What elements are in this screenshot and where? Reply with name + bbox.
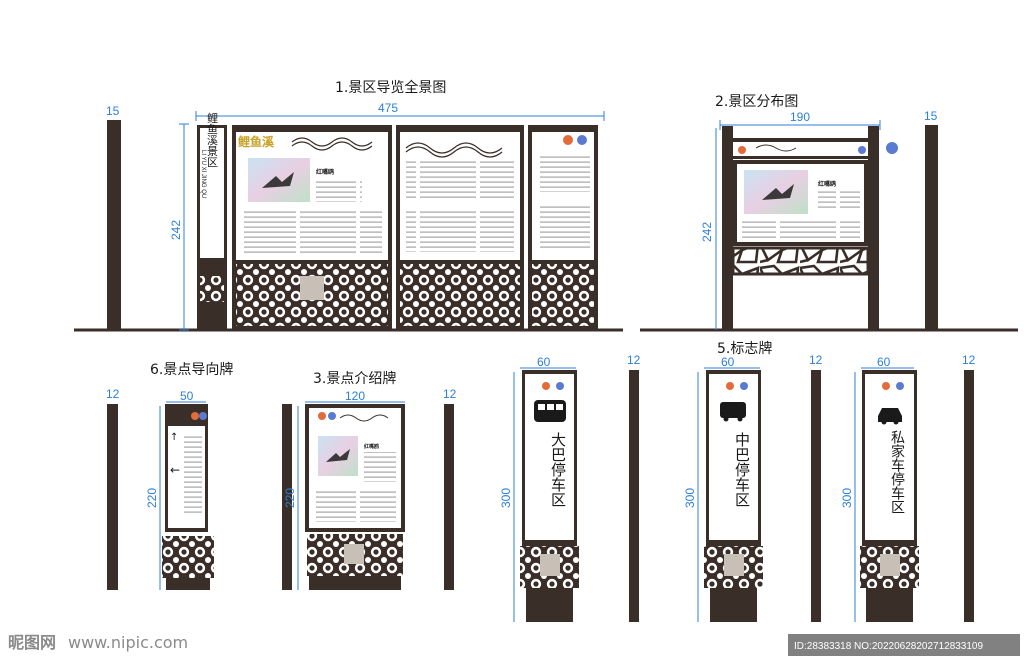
- dim-marker-height-3: 300: [840, 488, 854, 508]
- standalone-post: [107, 404, 118, 590]
- direction-text: [184, 434, 202, 514]
- dim-intro-height: 220: [283, 488, 297, 508]
- intro-bird-name: 红嘴鸥: [364, 443, 379, 450]
- panorama-banner: 鲤鱼溪: [237, 134, 275, 149]
- distribution-bird-name: 红嘴鸥: [818, 180, 836, 188]
- intro-base: [309, 576, 401, 590]
- standalone-post-right: [444, 404, 454, 590]
- watermark-id: ID:28383318 NO:20220628202712833109: [794, 641, 983, 652]
- marker-sign-2: 中巴停车区: [704, 370, 763, 622]
- panorama-sign: 15 475 242 鲤鱼溪景区 LI YU XI JING QU 鲤鱼溪 红嘴…: [106, 101, 605, 331]
- minibus-icon: [720, 402, 746, 418]
- watermark-logo: 昵图网: [8, 633, 56, 652]
- dim-marker-post-2: 12: [627, 353, 641, 367]
- dim-intro-width: 120: [345, 389, 365, 403]
- dim-panorama-height: 242: [169, 220, 183, 240]
- intro-sign: 12 120 220 红嘴鸥: [282, 387, 457, 590]
- marker-sign-3: 私家车停车区: [860, 370, 919, 622]
- signage-elevation-drawing: 1.景区导览全景图 2.景区分布图 6.景点导向牌 3.景点介绍牌 5.标志牌 …: [8, 79, 1020, 656]
- dim-direction-width: 50: [180, 389, 194, 403]
- pillar-text: 鲤鱼溪景区: [206, 111, 219, 167]
- marker-post-3: [811, 370, 821, 622]
- dim-marker-width-3: 60: [877, 355, 891, 369]
- panel1-body-text: [244, 210, 382, 256]
- panel3-body-text-bottom: [536, 206, 590, 250]
- dim-distribution-height: 242: [700, 222, 714, 242]
- title-panorama: 1.景区导览全景图: [335, 79, 446, 96]
- standalone-post: [925, 125, 938, 330]
- dim-panorama-post: 15: [106, 104, 120, 118]
- dim-direction-height: 220: [145, 488, 159, 508]
- dim-marker-post-4: 12: [962, 353, 976, 367]
- direction-sign: 12 50 220 ↑ ←: [106, 387, 214, 590]
- distribution-body-text: [742, 218, 860, 238]
- dim-marker-width-1: 60: [537, 355, 551, 369]
- car-icon: [878, 408, 902, 422]
- distribution-lattice: [731, 246, 870, 276]
- dim-marker-width-2: 60: [721, 355, 735, 369]
- dim-marker-post-3: 12: [809, 353, 823, 367]
- marker-post-2: [629, 370, 639, 622]
- direction-base: [166, 578, 210, 590]
- title-intro: 3.景点介绍牌: [313, 370, 396, 387]
- panel3-lattice: [532, 264, 594, 326]
- dim-direction-post: 12: [106, 387, 120, 401]
- dim-marker-height-1: 300: [499, 488, 513, 508]
- title-distribution: 2.景区分布图: [715, 94, 798, 110]
- marker-label-3: 私家车停车区: [889, 430, 905, 514]
- marker-sign-1: 大巴停车区: [520, 370, 579, 622]
- pillar-pinyin: LI YU XI JING QU: [200, 150, 206, 198]
- watermark-url: www.nipic.com: [68, 633, 188, 652]
- dim-distribution-width: 190: [790, 110, 810, 124]
- direction-lattice: [162, 536, 214, 578]
- intro-body-text: [316, 490, 396, 522]
- arrow-up-icon: ↑: [170, 432, 178, 443]
- distribution-sign: 190 242 15 红嘴鸥: [700, 109, 938, 330]
- marker-post-4: [964, 370, 974, 622]
- marker-label-2: 中巴停车区: [733, 432, 751, 507]
- dim-intro-post: 12: [443, 387, 457, 401]
- decor-icon: [886, 142, 898, 154]
- panel2-body-text-bottom: [406, 208, 514, 252]
- watermark: 昵图网 www.nipic.com ID:28383318 NO:2022062…: [8, 633, 1020, 656]
- dim-panorama-width: 475: [378, 101, 398, 115]
- title-direction: 6.景点导向牌: [150, 361, 233, 378]
- dim-distribution-post: 15: [924, 109, 938, 123]
- arrow-left-icon: ←: [170, 463, 180, 477]
- marker-label-1: 大巴停车区: [549, 432, 567, 507]
- panel3-body-text-top: [536, 156, 590, 192]
- dim-marker-height-2: 300: [683, 488, 697, 508]
- bus-icon: [534, 400, 566, 422]
- panel1-bird-name: 红嘴鸥: [316, 168, 334, 176]
- panel2-body-text-top: [406, 160, 514, 200]
- panel2-lattice: [400, 264, 520, 326]
- standalone-post: [107, 120, 121, 330]
